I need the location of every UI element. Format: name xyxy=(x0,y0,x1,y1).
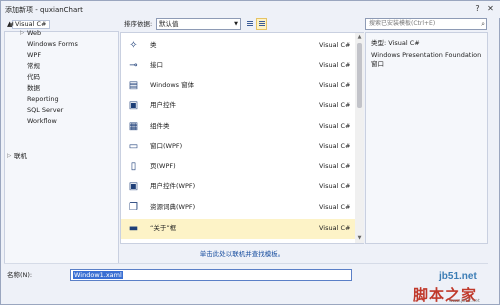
tree-item-visual-csharp[interactable]: Visual C# xyxy=(15,20,46,29)
about-box-icon: ▬ xyxy=(128,223,139,234)
template-row[interactable]: ❐ 资源词典(WPF) Visual C# xyxy=(121,198,355,218)
component-class-icon: ▦ xyxy=(128,121,139,132)
template-row[interactable]: ✧ 类 Visual C# xyxy=(121,36,355,56)
search-placeholder: 搜索已安装模板(Ctrl+E) xyxy=(369,20,436,27)
find-templates-online-link[interactable]: 单击此处以联机并查找模板。 xyxy=(120,250,364,259)
template-language: Visual C# xyxy=(319,142,351,150)
search-templates-input[interactable]: 搜索已安装模板(Ctrl+E) ⌕ xyxy=(365,18,487,30)
template-row[interactable]: ▭ 窗口(WPF) Visual C# xyxy=(121,137,355,157)
template-language: Visual C# xyxy=(319,101,351,109)
template-name: 接口 xyxy=(150,61,163,69)
template-row[interactable]: ▣ 用户控件(WPF) Visual C# xyxy=(121,177,355,197)
search-icon[interactable]: ⌕ xyxy=(481,19,485,29)
template-type: 类型: Visual C# xyxy=(371,39,420,47)
template-language: Visual C# xyxy=(319,122,351,130)
template-row[interactable]: ⊸ 接口 Visual C# xyxy=(121,56,355,76)
list-view-icon xyxy=(259,21,265,28)
template-language: Visual C# xyxy=(319,41,351,49)
resource-dictionary-icon: ❐ xyxy=(129,202,138,213)
class-icon: ✧ xyxy=(129,40,138,51)
template-name: 用户控件(WPF) xyxy=(150,182,196,190)
sort-by-label: 排序依据: xyxy=(124,20,153,28)
template-language: Visual C# xyxy=(319,162,351,170)
template-language: Visual C# xyxy=(319,61,351,69)
windows-form-icon: ▤ xyxy=(128,80,139,91)
footer-divider xyxy=(4,263,488,264)
tree-item-web[interactable]: Web xyxy=(27,29,41,38)
tree-item-code[interactable]: 代码 xyxy=(27,73,40,82)
collapsed-arrow-icon[interactable]: ▷ xyxy=(7,152,11,161)
window-title: 添加新项 - quxianChart xyxy=(5,6,83,14)
template-language: Visual C# xyxy=(319,203,351,211)
template-language: Visual C# xyxy=(319,182,351,190)
wpf-window-icon: ▭ xyxy=(128,141,139,152)
template-description: Windows Presentation Foundation 窗口 xyxy=(371,51,482,68)
tree-item-sql-server[interactable]: SQL Server xyxy=(27,106,63,115)
template-name: “关于”框 xyxy=(150,224,177,232)
item-name-value: Window1.xaml xyxy=(73,271,123,279)
template-name: 类 xyxy=(150,41,157,49)
collapsed-arrow-icon[interactable]: ▷ xyxy=(20,29,24,38)
name-label: 名称(N): xyxy=(7,271,33,279)
template-name: 用户控件 xyxy=(150,101,176,109)
help-button[interactable]: ? xyxy=(472,4,483,14)
template-name: 组件类 xyxy=(150,122,170,130)
template-row-selected[interactable]: ▬ “关于”框 Visual C# xyxy=(121,219,355,239)
tree-item-wpf[interactable]: WPF xyxy=(27,51,41,60)
template-language: Visual C# xyxy=(319,224,351,232)
interface-icon: ⊸ xyxy=(129,60,138,71)
template-list-scrollbar[interactable]: ▲ ▼ xyxy=(355,33,364,243)
expanded-arrow-icon[interactable]: ◢ xyxy=(9,20,13,29)
template-list: ✧ 类 Visual C# ⊸ 接口 Visual C# ▤ Windows 窗… xyxy=(120,32,364,244)
item-name-input[interactable]: Window1.xaml xyxy=(70,269,352,281)
template-name: 页(WPF) xyxy=(150,162,176,170)
template-row[interactable]: ▣ 用户控件 Visual C# xyxy=(121,96,355,116)
tree-item-workflow[interactable]: Workflow xyxy=(27,117,57,126)
add-new-item-dialog: 添加新项 - quxianChart ? ✕ ▲ 已安装 ◢ Visual C#… xyxy=(0,0,500,305)
template-row[interactable]: ▦ 组件类 Visual C# xyxy=(121,117,355,137)
watermark-site: jb51.net xyxy=(439,271,477,282)
tree-item-windows-forms[interactable]: Windows Forms xyxy=(27,40,78,49)
title-bar: 添加新项 - quxianChart ? ✕ xyxy=(1,1,500,18)
template-name: 窗口(WPF) xyxy=(150,142,183,150)
user-control-icon: ▣ xyxy=(128,100,139,111)
tree-item-general[interactable]: 常规 xyxy=(27,62,40,71)
template-row[interactable]: ▯ 页(WPF) Visual C# xyxy=(121,157,355,177)
sort-by-dropdown[interactable]: 默认值 ▼ xyxy=(156,18,241,30)
category-tree xyxy=(4,31,119,264)
template-details-panel: 类型: Visual C# Windows Presentation Found… xyxy=(365,32,488,244)
list-view-button[interactable] xyxy=(256,18,267,30)
chevron-down-icon: ▼ xyxy=(234,21,238,27)
grid-view-icon xyxy=(247,21,253,28)
tree-item-data[interactable]: 数据 xyxy=(27,84,40,93)
template-language: Visual C# xyxy=(319,81,351,89)
scrollbar-thumb[interactable] xyxy=(357,43,362,108)
tree-item-reporting[interactable]: Reporting xyxy=(27,95,59,104)
scroll-up-icon[interactable]: ▲ xyxy=(356,34,363,41)
sort-by-value: 默认值 xyxy=(159,20,179,28)
template-category-panel: ▲ 已安装 xyxy=(4,18,119,264)
template-name: Windows 窗体 xyxy=(150,81,195,89)
medium-icons-view-button[interactable] xyxy=(244,18,255,30)
wpf-user-control-icon: ▣ xyxy=(128,181,139,192)
tree-item-online[interactable]: 联机 xyxy=(14,152,27,161)
watermark-url: www.jb51.net xyxy=(449,299,480,304)
template-name: 资源词典(WPF) xyxy=(150,203,196,211)
wpf-page-icon: ▯ xyxy=(130,161,137,172)
close-button[interactable]: ✕ xyxy=(485,4,496,14)
template-row[interactable]: ▤ Windows 窗体 Visual C# xyxy=(121,76,355,96)
scroll-down-icon[interactable]: ▼ xyxy=(356,235,363,242)
